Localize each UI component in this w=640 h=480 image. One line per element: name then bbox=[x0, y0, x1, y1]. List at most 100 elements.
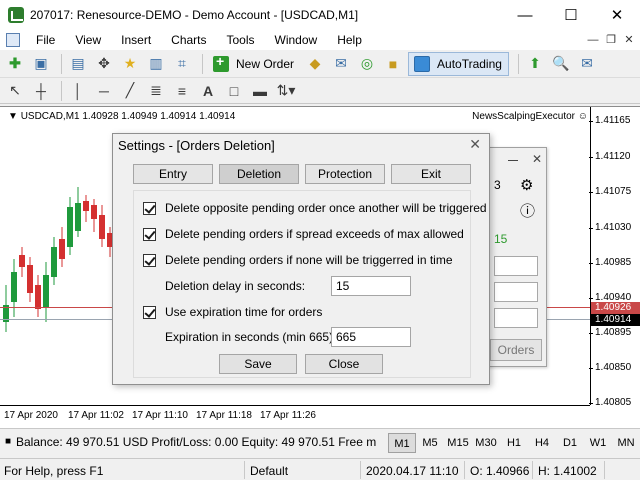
vertical-line-icon[interactable]: │ bbox=[67, 80, 89, 102]
minimize-button[interactable]: — bbox=[502, 0, 548, 30]
settings-dialog: Settings - [Orders Deletion] ✕ Entry Del… bbox=[112, 133, 490, 385]
text-tool-icon[interactable]: A bbox=[197, 80, 219, 102]
tab-exit[interactable]: Exit bbox=[391, 164, 471, 184]
settings-tabs: Entry Deletion Protection Exit bbox=[133, 164, 471, 184]
tab-protection[interactable]: Protection bbox=[305, 164, 385, 184]
timeframe-selector: M1 M5 M15 M30 H1 H4 D1 W1 MN bbox=[388, 433, 640, 453]
status-divider bbox=[464, 461, 465, 479]
delete-opposite-label: Delete opposite pending order once anoth… bbox=[165, 201, 487, 215]
candle-body bbox=[67, 207, 73, 247]
ea-input-field[interactable] bbox=[494, 256, 538, 276]
orders-button[interactable]: Orders bbox=[490, 339, 542, 361]
save-button[interactable]: Save bbox=[219, 354, 297, 374]
deletion-delay-input[interactable] bbox=[331, 276, 411, 296]
fibonacci-retracement-icon[interactable]: ≡ bbox=[171, 80, 193, 102]
timeframe-h4[interactable]: H4 bbox=[528, 433, 556, 453]
horizontal-line-icon[interactable]: ─ bbox=[93, 80, 115, 102]
market-watch-icon[interactable]: ▤ bbox=[67, 53, 89, 75]
chat-icon[interactable]: ✉ bbox=[576, 53, 598, 75]
menu-help[interactable]: Help bbox=[327, 30, 372, 50]
panel-minimize-icon[interactable] bbox=[508, 160, 518, 161]
fibonacci-channel-icon[interactable]: ≣ bbox=[145, 80, 167, 102]
profiles-icon[interactable]: ▣ bbox=[30, 53, 52, 75]
delete-on-spread-checkbox[interactable] bbox=[143, 227, 156, 241]
delete-on-timeout-checkbox[interactable] bbox=[143, 253, 156, 267]
panel-close-icon[interactable]: ✕ bbox=[532, 152, 542, 166]
menu-window[interactable]: Window bbox=[265, 30, 328, 50]
menu-file[interactable]: File bbox=[26, 30, 65, 50]
close-button[interactable]: Close bbox=[305, 354, 383, 374]
arrows-dropdown-icon[interactable]: ⇅▾ bbox=[275, 80, 297, 102]
mdi-restore-button[interactable]: ❐ bbox=[604, 33, 618, 47]
terminal-icon[interactable]: ▥ bbox=[145, 53, 167, 75]
delete-opposite-option[interactable]: Delete opposite pending order once anoth… bbox=[143, 201, 487, 215]
cursor-arrow-icon[interactable]: ↖ bbox=[4, 80, 26, 102]
signals-icon[interactable]: ✉ bbox=[330, 53, 352, 75]
navigator-crosshair-icon[interactable]: ✥ bbox=[93, 53, 115, 75]
time-axis: 17 Apr 2020 17 Apr 11:02 17 Apr 11:10 17… bbox=[0, 405, 590, 429]
market-icon[interactable]: ◆ bbox=[304, 53, 326, 75]
delete-opposite-checkbox[interactable] bbox=[143, 201, 156, 215]
crosshair-icon[interactable]: ┼ bbox=[30, 80, 52, 102]
maximize-button[interactable]: ☐ bbox=[548, 0, 594, 30]
use-expiration-option[interactable]: Use expiration time for orders bbox=[143, 305, 322, 319]
text-label-icon[interactable]: □ bbox=[223, 80, 245, 102]
close-window-button[interactable]: ✕ bbox=[594, 0, 640, 30]
use-expiration-checkbox[interactable] bbox=[143, 305, 156, 319]
menu-insert[interactable]: Insert bbox=[111, 30, 161, 50]
account-summary: Balance: 49 970.51 USD Profit/Loss: 0.00… bbox=[16, 435, 377, 449]
timeframe-mn[interactable]: MN bbox=[612, 433, 640, 453]
delete-on-spread-option[interactable]: Delete pending orders if spread exceeds … bbox=[143, 227, 464, 241]
timeframe-w1[interactable]: W1 bbox=[584, 433, 612, 453]
new-order-button[interactable]: New Order bbox=[208, 52, 300, 76]
info-icon[interactable]: ⓘ bbox=[520, 200, 535, 221]
expiration-seconds-input[interactable] bbox=[331, 327, 411, 347]
status-divider bbox=[244, 461, 245, 479]
price-tick: 1.40895 bbox=[588, 327, 632, 338]
timeframe-d1[interactable]: D1 bbox=[556, 433, 584, 453]
metaeditor-icon[interactable]: ■ bbox=[382, 53, 404, 75]
delete-on-timeout-label: Delete pending orders if none will be tr… bbox=[165, 253, 453, 267]
timeframe-m30[interactable]: M30 bbox=[472, 433, 500, 453]
trendline-icon[interactable]: ╱ bbox=[119, 80, 141, 102]
price-tick: 1.41030 bbox=[588, 222, 632, 233]
mdi-close-button[interactable]: ✕ bbox=[622, 33, 636, 47]
vps-icon[interactable]: ◎ bbox=[356, 53, 378, 75]
rectangle-shape-icon[interactable]: ▬ bbox=[249, 80, 271, 102]
ea-input-field[interactable] bbox=[494, 282, 538, 302]
mdi-minimize-button[interactable]: — bbox=[586, 33, 600, 47]
help-hint: For Help, press F1 bbox=[4, 464, 104, 478]
ea-input-field[interactable] bbox=[494, 308, 538, 328]
title-bar: 207017: Renesource-DEMO - Demo Account -… bbox=[0, 0, 640, 30]
timeframe-h1[interactable]: H1 bbox=[500, 433, 528, 453]
gear-icon[interactable]: ⚙ bbox=[520, 176, 533, 194]
bid-price-tag: 1.40926 bbox=[591, 302, 640, 314]
timeframe-m5[interactable]: M5 bbox=[416, 433, 444, 453]
tab-deletion[interactable]: Deletion bbox=[219, 164, 299, 184]
status-divider bbox=[604, 461, 605, 479]
ea-value-label: 3 bbox=[494, 178, 501, 192]
favorites-star-icon[interactable]: ★ bbox=[119, 53, 141, 75]
search-icon[interactable]: 🔍 bbox=[550, 53, 572, 75]
timeframe-m15[interactable]: M15 bbox=[444, 433, 472, 453]
tab-entry[interactable]: Entry bbox=[133, 164, 213, 184]
chart-document-icon[interactable] bbox=[6, 33, 20, 47]
autotrading-button[interactable]: AutoTrading bbox=[408, 51, 509, 76]
collapse-arrow-icon[interactable]: ▼ bbox=[8, 111, 18, 122]
bar-high-price: H: 1.41002 bbox=[538, 464, 597, 478]
chart-period-icon[interactable]: ⬆ bbox=[524, 53, 546, 75]
candle-body bbox=[91, 205, 97, 219]
price-tick: 1.40850 bbox=[588, 362, 632, 373]
delete-on-timeout-option[interactable]: Delete pending orders if none will be tr… bbox=[143, 253, 453, 267]
new-order-icon bbox=[210, 53, 232, 75]
menu-view[interactable]: View bbox=[65, 30, 111, 50]
dialog-close-icon[interactable]: ✕ bbox=[469, 136, 481, 153]
new-chart-icon[interactable]: ✚ bbox=[4, 53, 26, 75]
candle-body bbox=[75, 203, 81, 231]
strategy-tester-icon[interactable]: ⌗ bbox=[171, 53, 193, 75]
profile-name: Default bbox=[250, 464, 289, 478]
menu-tools[interactable]: Tools bbox=[217, 30, 265, 50]
menu-charts[interactable]: Charts bbox=[161, 30, 216, 50]
candle-body bbox=[27, 265, 33, 293]
timeframe-m1[interactable]: M1 bbox=[388, 433, 416, 453]
